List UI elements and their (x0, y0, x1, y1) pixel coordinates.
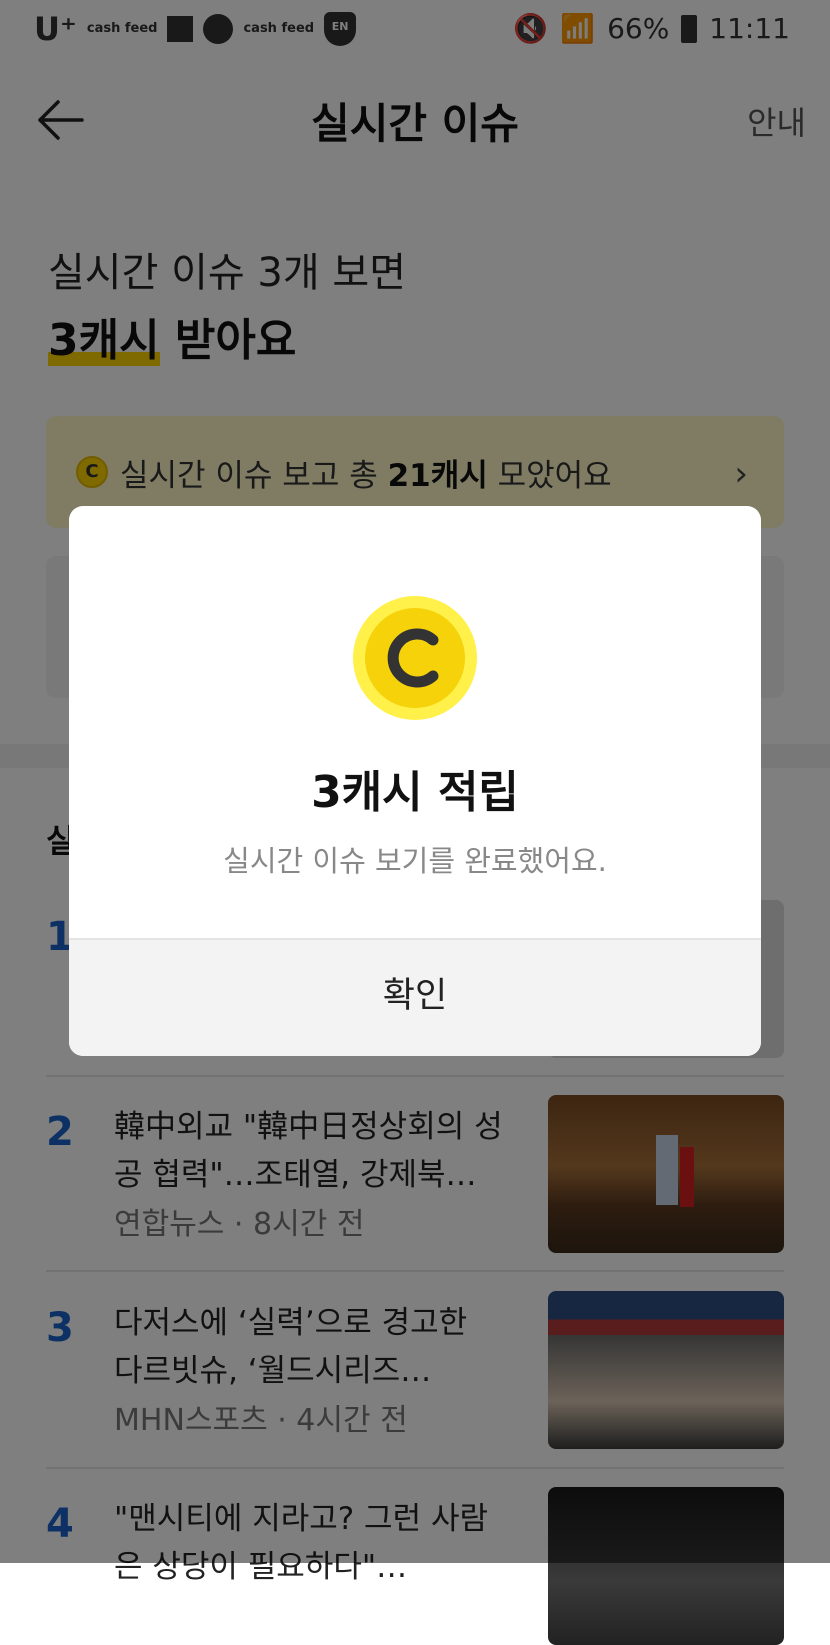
dialog-message: 실시간 이슈 보기를 완료했어요. (223, 844, 607, 878)
coin-icon (353, 596, 477, 720)
dialog-title: 3캐시 적립 (311, 767, 519, 818)
confirm-button[interactable]: 확인 (69, 938, 761, 1056)
cash-reward-dialog: 3캐시 적립 실시간 이슈 보기를 완료했어요. 확인 (69, 506, 761, 1056)
